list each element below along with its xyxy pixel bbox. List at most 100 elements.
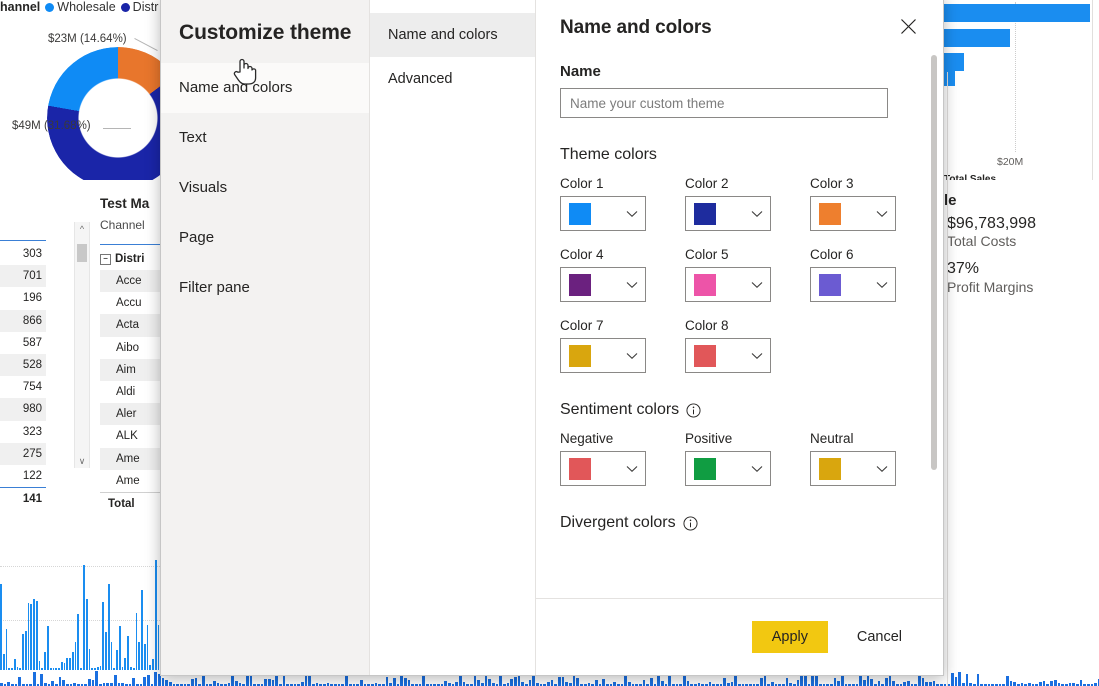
sentiment-neutral: Neutral (810, 431, 935, 486)
color-picker-button[interactable] (810, 196, 896, 231)
chevron-down-icon (876, 465, 888, 472)
color-chip (694, 457, 716, 480)
swatch-label: Negative (560, 431, 614, 446)
kpi-total-costs[interactable]: $96,783,998 Total Costs (939, 215, 1099, 250)
table-row: 303 (22, 248, 42, 260)
sub-item-name-and-colors[interactable]: Name and colors (370, 13, 535, 57)
kpi-card-group: tle $96,783,998 Total Costs 37% Profit M… (939, 192, 1099, 305)
color-picker-button[interactable] (685, 338, 771, 373)
nav-item-page[interactable]: Page (161, 213, 369, 263)
sentiment-negative: Negative (560, 431, 685, 486)
swatch-label: Color 2 (685, 176, 729, 191)
donut-data-label: $23M (14.64%) (48, 33, 127, 45)
scrollbar-thumb[interactable] (77, 244, 87, 262)
nav-item-visuals[interactable]: Visuals (161, 163, 369, 213)
color-chip (819, 273, 841, 296)
bottom-bar-chart[interactable] (0, 554, 170, 670)
legend-item-wholesale[interactable]: Wholesale (45, 0, 116, 14)
color-chip (819, 457, 841, 480)
theme-color-7: Color 7 (560, 318, 685, 373)
nav-item-label: Visuals (179, 179, 228, 196)
divergent-colors-heading: Divergent colors (560, 514, 676, 531)
dialog-scrollbar[interactable] (931, 43, 940, 583)
table-row: 528 (0, 353, 46, 377)
theme-colors-heading: Theme colors (560, 146, 657, 163)
bar-series (0, 554, 170, 670)
chevron-down-icon (626, 281, 638, 288)
chevron-down-icon (751, 352, 763, 359)
nav-item-label: Name and colors (179, 79, 293, 96)
nav-item-filter-pane[interactable]: Filter pane (161, 263, 369, 313)
color-picker-button[interactable] (560, 338, 646, 373)
bar (939, 29, 1010, 47)
swatch-label: Color 3 (810, 176, 854, 191)
color-chip (569, 202, 591, 225)
apply-button[interactable]: Apply (751, 621, 828, 653)
table-row: 275 (0, 442, 46, 465)
total-sales-bar-chart[interactable]: $20M Total Sales (939, 0, 1099, 180)
gridline (1015, 2, 1016, 152)
sub-item-advanced[interactable]: Advanced (370, 57, 535, 101)
donut-leader-line (103, 128, 131, 129)
nav-item-label: Page (179, 229, 215, 246)
legend-dot-icon (120, 2, 130, 12)
scrollbar-thumb[interactable] (931, 55, 937, 470)
info-icon[interactable] (683, 515, 698, 531)
legend-item-distributor[interactable]: Distr (120, 0, 158, 14)
nav-item-text[interactable]: Text (161, 113, 369, 163)
scroll-up-arrow-icon[interactable]: ^ (75, 222, 89, 236)
table-scrollbar[interactable]: ^ ∨ (74, 222, 90, 468)
close-icon (900, 18, 916, 34)
bar (939, 4, 1090, 22)
kpi-profit-margins[interactable]: 37% Profit Margins (939, 260, 1099, 295)
color-picker-button[interactable] (560, 451, 646, 486)
table-total-row: 141 (0, 487, 46, 510)
color-picker-button[interactable] (560, 196, 646, 231)
color-picker-button[interactable] (685, 451, 771, 486)
donut-legend-title: hannel (0, 0, 41, 14)
nav-item-label: Text (179, 129, 207, 146)
color-chip (694, 202, 716, 225)
color-picker-button[interactable] (810, 267, 896, 302)
color-picker-button[interactable] (810, 451, 896, 486)
customize-theme-dialog: Customize theme Name and colors Text Vis… (160, 0, 944, 676)
table-row: 866 (0, 309, 46, 332)
info-icon[interactable] (686, 402, 701, 418)
kpi-label: Profit Margins (947, 278, 1034, 295)
sentiment-colors-heading-row: Sentiment colors (560, 401, 917, 419)
divergent-colors-heading-row: Divergent colors (560, 514, 917, 532)
color-picker-button[interactable] (685, 267, 771, 302)
table-row: 980 (0, 398, 46, 421)
dialog-left-nav: Customize theme Name and colors Text Vis… (161, 0, 370, 675)
swatch-label: Color 8 (685, 318, 729, 333)
color-picker-button[interactable] (685, 196, 771, 231)
scroll-down-arrow-icon[interactable]: ∨ (75, 454, 89, 468)
donut-data-label: $49M (31.68%) (12, 120, 91, 132)
nav-item-name-and-colors[interactable]: Name and colors (161, 63, 369, 113)
theme-color-5: Color 5 (685, 247, 810, 302)
chevron-down-icon (751, 210, 763, 217)
dialog-footer: Apply Cancel (536, 598, 943, 675)
table-row: 754 (22, 381, 42, 394)
theme-color-6: Color 6 (810, 247, 935, 302)
swatch-label: Color 6 (810, 247, 854, 262)
chevron-down-icon (626, 465, 638, 472)
swatch-label: Color 1 (560, 176, 604, 191)
table-row: 701 (0, 265, 46, 288)
swatch-label: Neutral (810, 431, 854, 446)
axis-title: Total Sales (944, 174, 997, 180)
color-picker-button[interactable] (560, 267, 646, 302)
kpi-value: 37% (947, 260, 980, 278)
theme-colors-grid: Color 1 Color 2 Color 3 Color 4 Color 5 … (560, 176, 917, 373)
theme-colors-heading-row: Theme colors (560, 146, 917, 164)
theme-color-3: Color 3 (810, 176, 935, 231)
values-table[interactable]: 303 701 196 866 587 528 754 980 323 275 … (0, 240, 46, 510)
donut-legend: hannel Wholesale Distr (0, 0, 158, 14)
report-divider (1092, 0, 1093, 180)
cancel-button[interactable]: Cancel (846, 621, 913, 653)
collapse-icon[interactable]: − (100, 253, 111, 265)
kpi-label: Total Costs (947, 233, 1017, 250)
close-button[interactable] (893, 11, 923, 41)
swatch-label: Color 7 (560, 318, 604, 333)
theme-name-input[interactable] (560, 88, 888, 118)
